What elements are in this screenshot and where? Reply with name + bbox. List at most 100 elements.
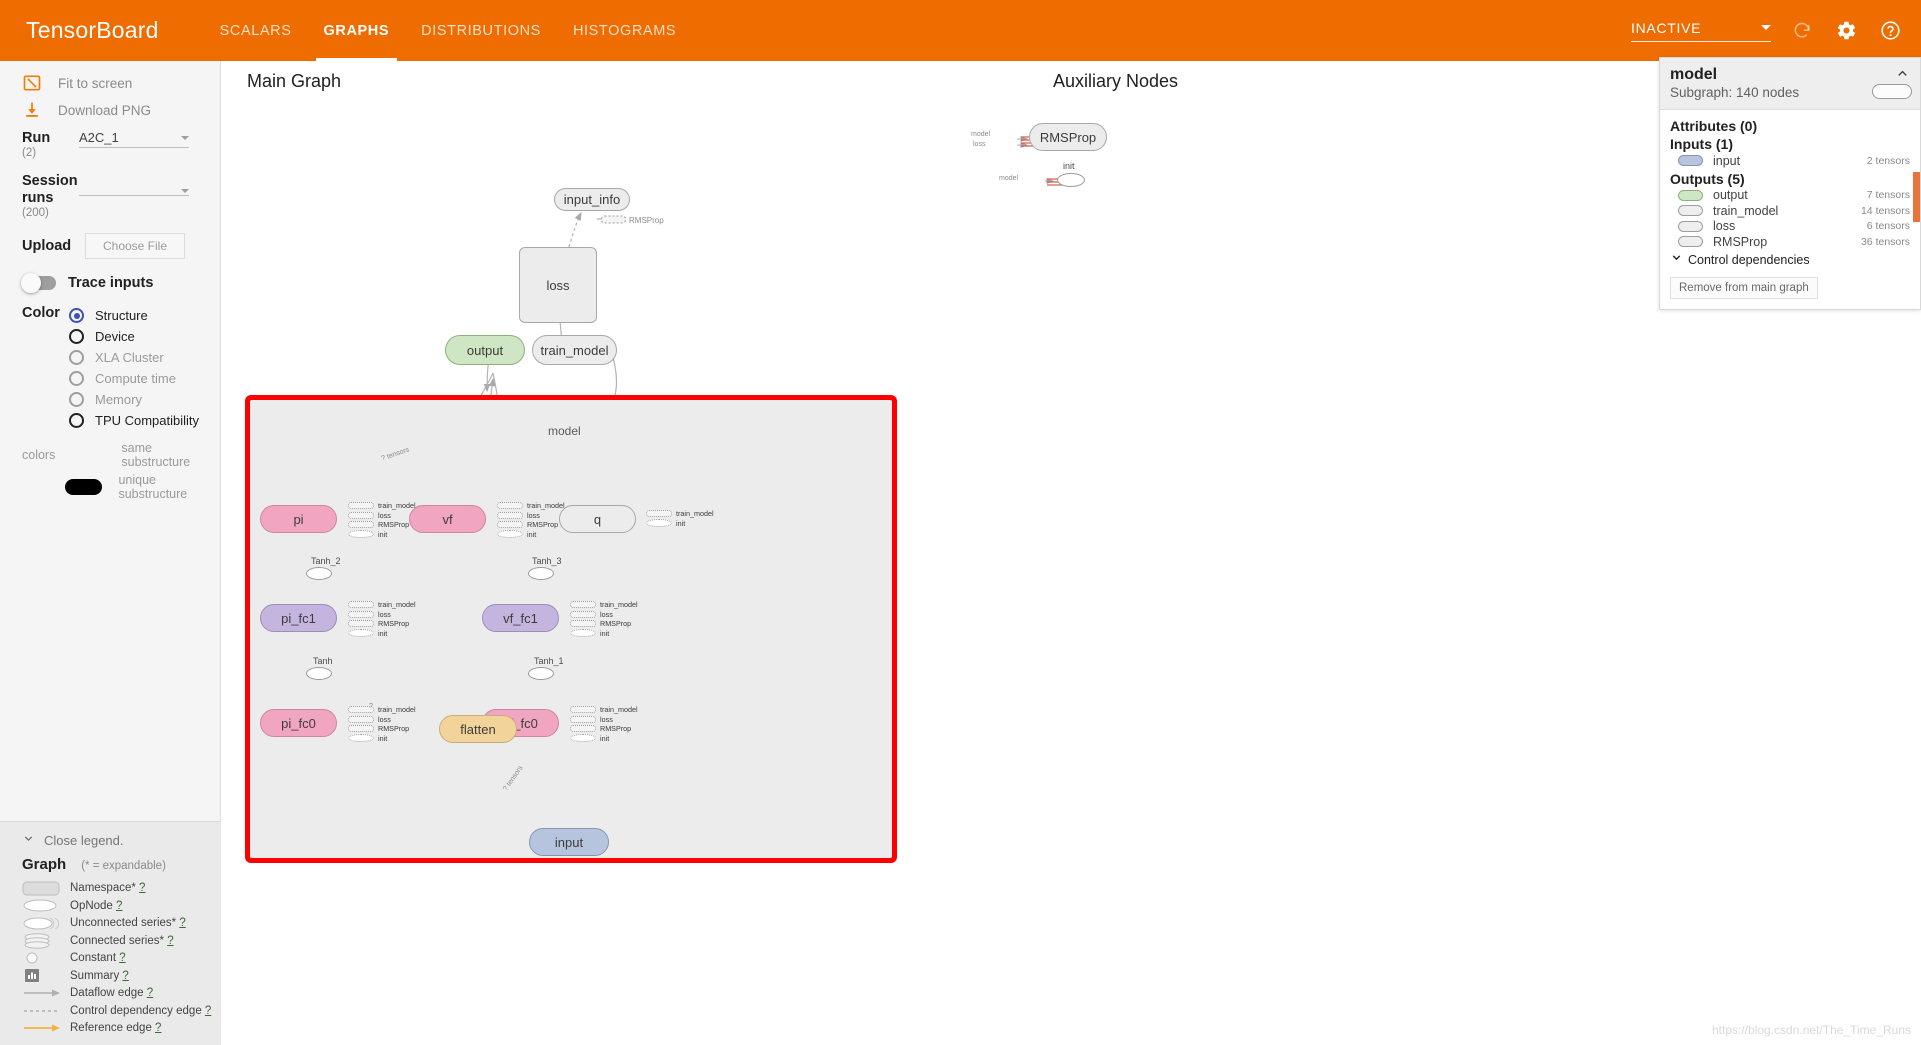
op-label-tanh-2: Tanh_2 (311, 556, 341, 566)
input-row[interactable]: input 2 tensors (1670, 153, 1910, 169)
output-name: loss (1713, 219, 1736, 234)
annotation-item: init (348, 629, 416, 639)
color-option-xla-cluster[interactable]: XLA Cluster (0, 347, 220, 368)
node-vf-fc1[interactable]: vf_fc1 (482, 604, 559, 632)
annotation-item: init (497, 530, 565, 540)
annotation-item: RMSProp (497, 520, 565, 530)
radio-compute-time[interactable] (69, 371, 84, 386)
legend-item-constant: Constant ? (0, 950, 221, 968)
color-option-structure[interactable]: Structure (69, 305, 148, 326)
graph-legend: Close legend. Graph (* = expandable) Nam… (0, 820, 221, 1045)
annotation-label: loss (378, 609, 391, 619)
node-input[interactable]: input (529, 828, 609, 856)
help-link[interactable]: ? (119, 952, 125, 964)
annotation-item: train_model (497, 501, 565, 511)
annotation-pill-icon (348, 620, 374, 628)
color-option-compute-time[interactable]: Compute time (0, 368, 220, 389)
output-row[interactable]: RMSProp 36 tensors (1670, 234, 1910, 250)
session-runs-select[interactable] (79, 189, 189, 196)
inputs-header: Inputs (1) (1670, 136, 1733, 152)
annotation-label: loss (527, 510, 540, 520)
radio-xla-cluster[interactable] (69, 350, 84, 365)
fit-to-screen-label: Fit to screen (58, 75, 133, 91)
info-panel-body: Attributes (0) Inputs (1) input 2 tensor… (1660, 110, 1920, 309)
aux-node-init[interactable] (1057, 173, 1085, 187)
color-label: Color (22, 305, 60, 321)
tab-distributions[interactable]: DISTRIBUTIONS (405, 0, 557, 61)
node-pi-fc0[interactable]: pi_fc0 (260, 709, 337, 737)
legend-item-namespace: Namespace* ? (0, 880, 221, 898)
gear-icon[interactable] (1833, 18, 1859, 44)
run-select[interactable]: A2C_1 (79, 130, 189, 148)
color-option-device[interactable]: Device (0, 326, 220, 347)
op-node-tanh-2[interactable] (306, 567, 332, 580)
annotation-label: init (676, 518, 686, 528)
help-link[interactable]: ? (139, 882, 145, 894)
output-name: RMSProp (1713, 234, 1768, 249)
annotation-oval-icon (570, 629, 596, 638)
refresh-icon[interactable] (1789, 18, 1815, 44)
aux-node-rmsprop[interactable]: RMSProp (1029, 123, 1107, 151)
annotation-pill-icon (348, 725, 374, 733)
op-node-tanh[interactable] (306, 667, 332, 680)
node-vf[interactable]: vf (409, 505, 486, 533)
node-loss[interactable]: loss (519, 247, 597, 323)
annotation-item: RMSProp (348, 520, 416, 530)
annotation-item: loss (348, 715, 416, 725)
output-row[interactable]: loss 6 tensors (1670, 219, 1910, 235)
trace-inputs-toggle[interactable] (21, 273, 56, 293)
chevron-down-icon (181, 189, 189, 193)
op-node-tanh-1[interactable] (528, 667, 554, 680)
main-nav: SCALARS GRAPHS DISTRIBUTIONS HISTOGRAMS (204, 0, 693, 61)
annotation-label: train_model (527, 501, 565, 511)
color-option-memory[interactable]: Memory (0, 389, 220, 410)
trace-inputs-row[interactable]: Trace inputs (0, 273, 220, 293)
choose-file-button[interactable]: Choose File (85, 233, 185, 259)
help-icon[interactable] (1877, 18, 1903, 44)
tensor-count-bar (1913, 172, 1920, 222)
radio-structure[interactable] (69, 308, 84, 323)
download-png-button[interactable]: Download PNG (0, 98, 220, 122)
node-output[interactable]: output (445, 335, 525, 365)
color-option-tpu-compatibility[interactable]: TPU Compatibility (0, 410, 220, 431)
fit-to-screen-button[interactable]: Fit to screen (0, 71, 220, 95)
input-tensor-count: 2 tensors (1866, 154, 1910, 167)
remove-from-main-graph-button[interactable]: Remove from main graph (1670, 276, 1818, 299)
run-field: Run (2) A2C_1 (0, 130, 220, 159)
tab-scalars[interactable]: SCALARS (204, 0, 308, 61)
op-node-tanh-3[interactable] (528, 567, 554, 580)
help-link[interactable]: ? (205, 1005, 211, 1017)
help-link[interactable]: ? (122, 970, 128, 982)
radio-device[interactable] (69, 329, 84, 344)
close-legend-button[interactable]: Close legend. (0, 832, 221, 850)
annotation-label: init (600, 733, 610, 743)
node-pi-fc1[interactable]: pi_fc1 (260, 604, 337, 632)
control-dependencies-toggle[interactable]: Control dependencies (1670, 251, 1910, 269)
run-status-select[interactable]: INACTIVE (1631, 20, 1771, 42)
node-q[interactable]: q (559, 505, 636, 533)
chevron-up-icon[interactable] (1895, 66, 1910, 86)
node-color-swatch (1678, 155, 1703, 167)
output-row[interactable]: output 7 tensors (1670, 188, 1910, 204)
node-pi[interactable]: pi (260, 505, 337, 533)
legend-item-label: Summary (70, 969, 120, 982)
help-link[interactable]: ? (147, 987, 153, 999)
subgraph-model-label: model (548, 424, 581, 438)
help-link[interactable]: ? (116, 900, 122, 912)
radio-memory[interactable] (69, 392, 84, 407)
toggle-knob (21, 273, 41, 293)
help-link[interactable]: ? (179, 917, 185, 929)
output-row[interactable]: train_model 14 tensors (1670, 203, 1910, 219)
help-link[interactable]: ? (167, 935, 173, 947)
app-header: TensorBoard SCALARS GRAPHS DISTRIBUTIONS… (0, 0, 1921, 61)
help-link[interactable]: ? (155, 1022, 161, 1034)
tab-graphs[interactable]: GRAPHS (308, 0, 406, 61)
node-flatten[interactable]: flatten (439, 715, 517, 743)
radio-tpu-compatibility[interactable] (69, 413, 84, 428)
tab-histograms[interactable]: HISTOGRAMS (557, 0, 692, 61)
info-panel-title: model (1670, 66, 1718, 83)
output-name: train_model (1713, 203, 1779, 218)
node-train-model[interactable]: train_model (532, 335, 617, 365)
node-input-info[interactable]: input_info (554, 188, 630, 211)
annotation-item: RMSProp (348, 619, 416, 629)
